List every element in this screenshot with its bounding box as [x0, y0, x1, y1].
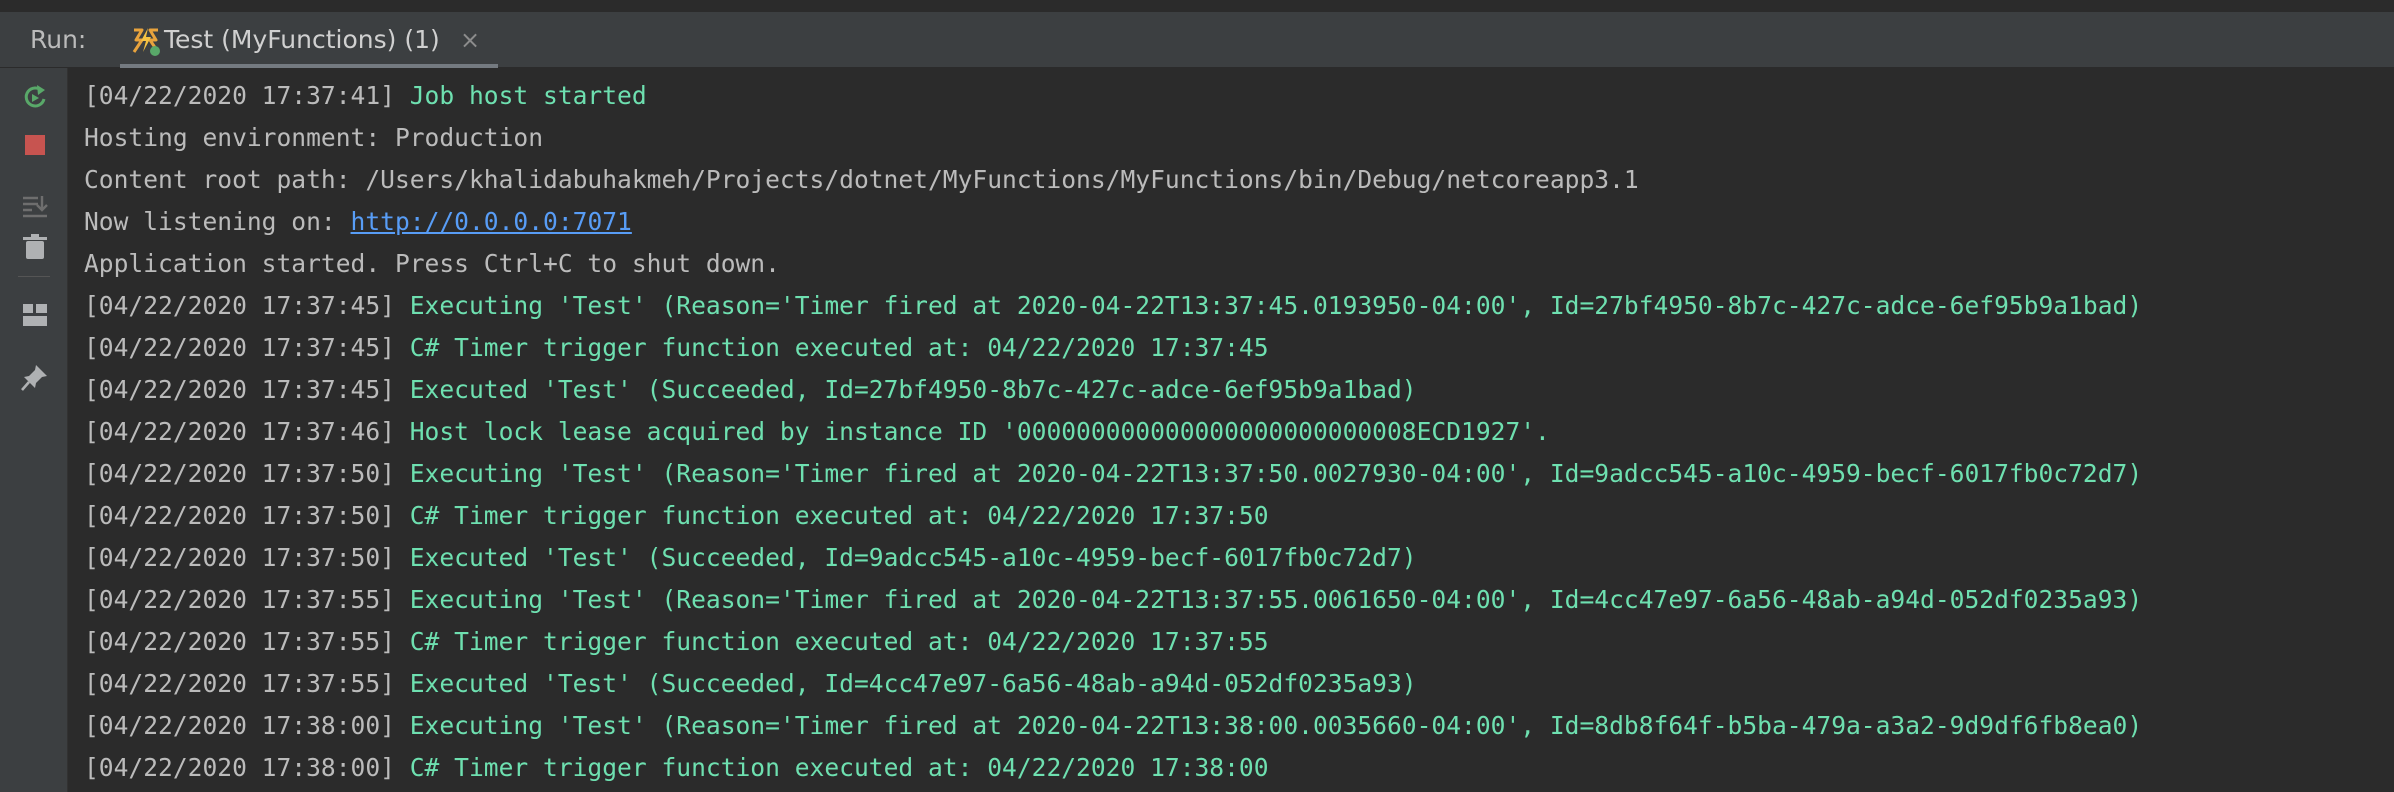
- listening-url-link[interactable]: http://0.0.0.0:7071: [351, 207, 632, 236]
- stop-icon[interactable]: [20, 130, 50, 160]
- tab-title: Test (MyFunctions) (1): [164, 25, 440, 54]
- log-line: [04/22/2020 17:37:50] Executing 'Test' (…: [84, 459, 2143, 488]
- log-line: Hosting environment: Production: [84, 123, 544, 152]
- log-line: [04/22/2020 17:37:46] Host lock lease ac…: [84, 417, 1550, 446]
- log-line: Content root path: /Users/khalidabuhakme…: [84, 165, 1639, 194]
- log-line: [04/22/2020 17:37:50] C# Timer trigger f…: [84, 501, 1269, 530]
- run-label: Run:: [30, 25, 87, 54]
- scroll-to-end-icon[interactable]: [20, 192, 50, 222]
- log-line: [04/22/2020 17:37:45] Executed 'Test' (S…: [84, 375, 1417, 404]
- tab-run-configuration[interactable]: Test (MyFunctions) (1) ×: [120, 12, 498, 68]
- log-line: Application started. Press Ctrl+C to shu…: [84, 249, 780, 278]
- close-icon[interactable]: ×: [460, 26, 480, 54]
- log-line: [04/22/2020 17:38:00] C# Timer trigger f…: [84, 753, 1269, 782]
- log-line: [04/22/2020 17:37:45] C# Timer trigger f…: [84, 333, 1269, 362]
- pin-icon[interactable]: [20, 362, 50, 392]
- run-toolbar: [0, 68, 68, 792]
- log-line: Now listening on: http://0.0.0.0:7071: [84, 207, 632, 236]
- layout-icon[interactable]: [20, 300, 50, 330]
- log-line: [04/22/2020 17:37:55] Executed 'Test' (S…: [84, 669, 1417, 698]
- log-line: [04/22/2020 17:37:55] C# Timer trigger f…: [84, 627, 1269, 656]
- azure-function-icon: [132, 28, 160, 56]
- log-line: [04/22/2020 17:37:50] Executed 'Test' (S…: [84, 543, 1417, 572]
- trash-icon[interactable]: [20, 232, 50, 262]
- log-line: [04/22/2020 17:38:00] Executing 'Test' (…: [84, 711, 2143, 740]
- console-output[interactable]: [04/22/2020 17:37:41] Job host started H…: [68, 68, 2394, 792]
- log-line: [04/22/2020 17:37:55] Executing 'Test' (…: [84, 585, 2143, 614]
- toolbar-separator: [18, 276, 50, 277]
- run-tool-window-header: Run: Test (MyFunctions) (1) ×: [0, 12, 2394, 68]
- rerun-icon[interactable]: [20, 82, 50, 112]
- log-line: [04/22/2020 17:37:41] Job host started: [84, 81, 647, 110]
- log-line: [04/22/2020 17:37:45] Executing 'Test' (…: [84, 291, 2143, 320]
- ide-window: Run: Test (MyFunctions) (1) × [04/22/202…: [0, 0, 2394, 792]
